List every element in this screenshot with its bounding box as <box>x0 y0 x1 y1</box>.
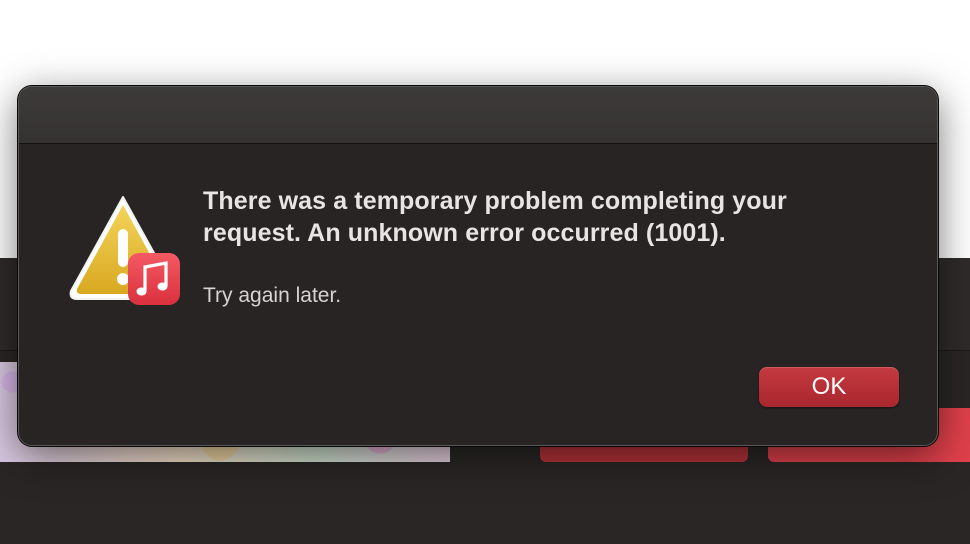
alert-informative-text: Try again later. <box>203 284 342 307</box>
dialog-titlebar <box>19 87 937 144</box>
alert-title: There was a temporary problem completing… <box>203 187 787 247</box>
music-icon <box>128 253 180 305</box>
ok-button[interactable]: OK <box>759 367 899 407</box>
alert-message: There was a temporary problem completing… <box>203 185 883 309</box>
error-alert-dialog: There was a temporary problem completing… <box>18 86 938 446</box>
warning-icon <box>63 191 183 311</box>
